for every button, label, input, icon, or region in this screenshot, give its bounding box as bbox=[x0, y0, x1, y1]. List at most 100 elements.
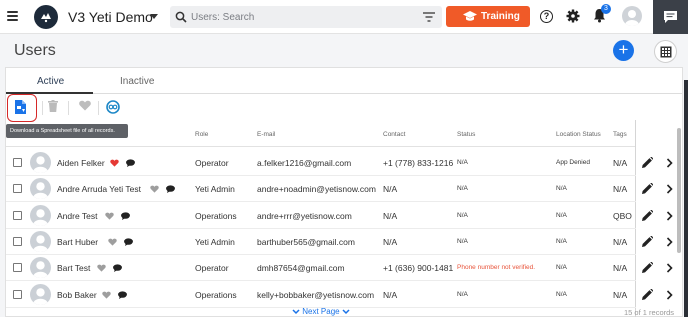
search-bar bbox=[170, 6, 442, 28]
comment-bubble-icon[interactable] bbox=[166, 185, 175, 194]
favorite-heart-icon[interactable] bbox=[108, 238, 117, 246]
qbo-icon[interactable] bbox=[106, 100, 120, 114]
row-checkbox[interactable] bbox=[13, 263, 22, 273]
column-settings-button[interactable] bbox=[654, 40, 677, 63]
comment-bubble-icon[interactable] bbox=[126, 159, 135, 167]
header-divider bbox=[6, 146, 636, 147]
chevron-right-icon[interactable] bbox=[666, 263, 673, 273]
scrollbar-thumb[interactable] bbox=[677, 128, 681, 253]
chevron-down-icon bbox=[292, 309, 300, 314]
gear-icon[interactable] bbox=[566, 9, 580, 23]
column-header-email[interactable]: E-mail bbox=[257, 131, 275, 138]
hamburger-menu-icon[interactable] bbox=[7, 11, 18, 22]
user-location-status: N/A bbox=[556, 211, 567, 219]
user-status: N/A bbox=[457, 290, 468, 298]
filter-icon[interactable] bbox=[423, 12, 435, 22]
user-role: Yeti Admin bbox=[195, 236, 235, 247]
user-role: Operations bbox=[195, 210, 237, 221]
add-user-button[interactable]: + bbox=[613, 40, 634, 61]
favorite-heart-icon[interactable] bbox=[102, 291, 111, 299]
tab-active[interactable]: Active bbox=[37, 76, 64, 87]
user-name[interactable]: Bart Huber bbox=[57, 237, 98, 247]
user-name[interactable]: Bob Baker bbox=[57, 290, 97, 300]
edit-pencil-icon[interactable] bbox=[642, 157, 653, 168]
chevron-right-icon[interactable] bbox=[666, 211, 673, 221]
user-tags: N/A bbox=[613, 158, 628, 168]
favorite-heart-icon[interactable] bbox=[105, 212, 114, 220]
user-contact: N/A bbox=[383, 236, 398, 247]
toolbar-separator bbox=[68, 101, 69, 115]
avatar bbox=[30, 152, 51, 173]
chat-panel-button[interactable] bbox=[653, 0, 688, 34]
next-page-link[interactable]: Next Page bbox=[292, 307, 350, 316]
page-title: Users bbox=[14, 42, 56, 59]
search-input[interactable] bbox=[191, 9, 391, 25]
table-row[interactable]: Andre Arruda Yeti Test Yeti Admin andre+no… bbox=[6, 175, 673, 203]
heart-icon[interactable] bbox=[79, 100, 91, 111]
edit-pencil-icon[interactable] bbox=[642, 183, 653, 195]
edit-pencil-icon[interactable] bbox=[642, 235, 653, 247]
chevron-right-icon[interactable] bbox=[666, 237, 673, 247]
training-label: Training bbox=[481, 11, 520, 22]
user-name[interactable]: Andre Arruda Yeti Test bbox=[57, 184, 141, 194]
user-tags: QBO bbox=[613, 210, 632, 221]
comment-bubble-icon[interactable] bbox=[113, 264, 122, 273]
user-role: Operator bbox=[195, 158, 229, 168]
chevron-right-icon[interactable] bbox=[666, 158, 673, 168]
tabs-divider bbox=[6, 93, 682, 94]
user-tags: N/A bbox=[613, 236, 628, 247]
user-location-status: N/A bbox=[556, 264, 567, 272]
row-checkbox[interactable] bbox=[13, 158, 22, 167]
app-logo[interactable] bbox=[34, 5, 58, 29]
user-contact: +1 (778) 833-1216 bbox=[383, 158, 454, 168]
table-row[interactable]: Bob Baker Operations kelly+bobbaker@yetisn… bbox=[6, 281, 673, 308]
column-header-role[interactable]: Role bbox=[195, 131, 208, 138]
table-row[interactable]: Aiden Felker Operator a.felker1216@gmail.c… bbox=[6, 149, 673, 176]
user-location-status: App Denied bbox=[556, 159, 590, 166]
chevron-down-icon[interactable] bbox=[150, 14, 158, 19]
user-avatar[interactable] bbox=[622, 6, 642, 26]
tab-inactive[interactable]: Inactive bbox=[120, 76, 154, 87]
row-checkbox[interactable] bbox=[13, 184, 22, 194]
edit-pencil-icon[interactable] bbox=[642, 262, 653, 274]
favorite-heart-icon[interactable] bbox=[150, 185, 159, 193]
favorite-heart-icon[interactable] bbox=[110, 159, 119, 167]
avatar bbox=[30, 204, 51, 226]
spreadsheet-download-icon[interactable] bbox=[15, 100, 27, 114]
chat-icon bbox=[664, 11, 677, 23]
training-button[interactable]: Training bbox=[446, 6, 530, 27]
table-row[interactable]: Bart Huber Yeti Admin barthuber565@gmail.c… bbox=[6, 228, 673, 255]
chevron-right-icon[interactable] bbox=[666, 289, 673, 300]
comment-bubble-icon[interactable] bbox=[118, 290, 127, 299]
row-checkbox[interactable] bbox=[13, 210, 22, 220]
edit-pencil-icon[interactable] bbox=[642, 209, 653, 221]
toolbar-separator bbox=[42, 101, 43, 115]
user-name[interactable]: Aiden Felker bbox=[57, 158, 105, 168]
column-header-status[interactable]: Status bbox=[457, 131, 475, 138]
chevron-down-icon bbox=[342, 309, 350, 314]
user-tags: N/A bbox=[613, 184, 628, 195]
column-header-location-status[interactable]: Location Status bbox=[556, 131, 601, 138]
user-name[interactable]: Andre Test bbox=[57, 211, 97, 221]
chevron-right-icon[interactable] bbox=[666, 184, 673, 194]
app-title[interactable]: V3 Yeti Demo bbox=[68, 9, 153, 25]
user-location-status: N/A bbox=[556, 290, 567, 298]
row-checkbox[interactable] bbox=[13, 236, 22, 246]
help-icon[interactable]: ? bbox=[540, 10, 553, 23]
column-header-tags[interactable]: Tags bbox=[613, 131, 627, 138]
column-header-contact[interactable]: Contact bbox=[383, 131, 405, 138]
search-icon bbox=[175, 11, 187, 23]
comment-bubble-icon[interactable] bbox=[124, 238, 133, 246]
download-tooltip: Download a Spreadsheet file of all recor… bbox=[6, 124, 128, 138]
favorite-heart-icon[interactable] bbox=[97, 264, 106, 272]
user-name[interactable]: Bart Test bbox=[57, 263, 90, 273]
row-checkbox[interactable] bbox=[13, 289, 22, 299]
user-status: N/A bbox=[457, 237, 468, 245]
user-contact: N/A bbox=[383, 210, 398, 221]
trash-icon[interactable] bbox=[48, 100, 58, 112]
edit-pencil-icon[interactable] bbox=[642, 288, 653, 300]
comment-bubble-icon[interactable] bbox=[121, 211, 130, 220]
table-row[interactable]: Andre Test Operations andre+rrr@yetisnow.c… bbox=[6, 202, 673, 229]
table-row[interactable]: Bart Test Operator dmh87654@gmail.com +1 (6… bbox=[6, 254, 673, 282]
next-page-label: Next Page bbox=[302, 307, 340, 316]
